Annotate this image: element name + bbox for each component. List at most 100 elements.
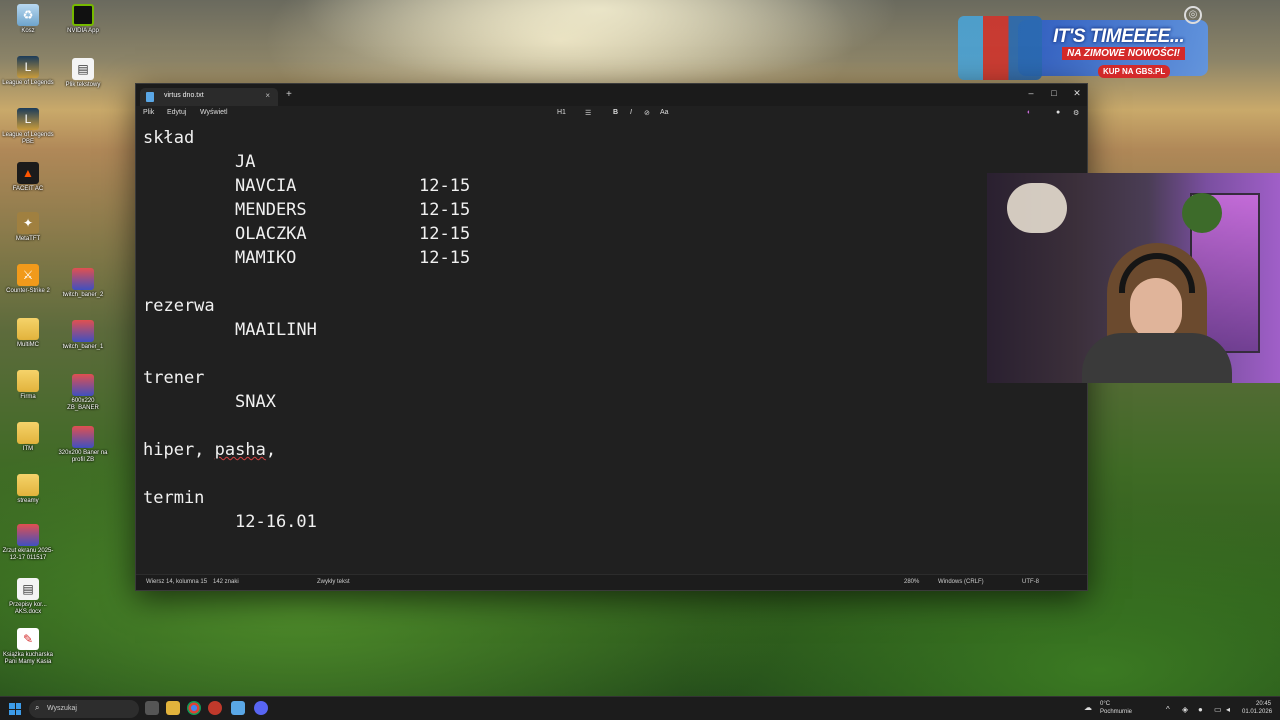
league-icon: L [17, 56, 39, 78]
desktop-icon-metatft[interactable]: ✦ MetaTFT [0, 212, 56, 243]
ad-cta: KUP NA GBS.PL [1098, 65, 1171, 78]
volume-icon[interactable]: ◂ [1226, 705, 1230, 714]
cs2-icon: ⚔ [17, 264, 39, 286]
chevron-up-icon[interactable]: ^ [1166, 705, 1170, 714]
folder-icon [17, 474, 39, 496]
list-icon[interactable]: ☰ [585, 109, 591, 117]
desktop-icon-zb-profile-baner[interactable]: 320x200 Baner na profil ZB [55, 426, 111, 464]
account-icon[interactable]: ● [1056, 109, 1060, 116]
desktop-icon-przepisy[interactable]: ▤ Przepisy kor... AKS.docx [0, 578, 56, 616]
image-icon [17, 524, 39, 546]
weather-temp[interactable]: 0°C [1100, 701, 1110, 708]
notepad-icon [146, 92, 154, 102]
taskbar-search[interactable]: ⌕ Wyszukaj [29, 700, 139, 718]
clock-time[interactable]: 20:45 [1256, 701, 1271, 708]
desktop-icon-twitch-baner-2[interactable]: twitch_baner_2 [55, 268, 111, 299]
roster-time: 12-15 [419, 176, 471, 196]
desktop-icon-text-file[interactable]: ▤ Plik tekstowy [55, 58, 111, 89]
taskbar: ⌕ Wyszukaj ☁ 0°C Pochmurnie ^ ◈ ● ▭ ◂ 20… [0, 696, 1280, 720]
overlay-icon: ◎ [1184, 6, 1202, 24]
league-icon: L [17, 108, 39, 130]
network-icon[interactable]: ◈ [1182, 705, 1188, 714]
encoding[interactable]: UTF-8 [1022, 579, 1039, 585]
weather-icon: ☁ [1084, 703, 1092, 712]
close-button[interactable]: ✕ [1070, 88, 1084, 99]
search-placeholder: Wyszukaj [47, 705, 77, 712]
heading-dropdown[interactable]: H1 [557, 109, 566, 116]
status-bar: Wiersz 14, kolumna 15 142 znaki Zwykły t… [136, 574, 1087, 590]
pdf-icon: ✎ [17, 628, 39, 650]
line-term-value: 12-16.01 [235, 512, 317, 532]
room-plant [1182, 193, 1222, 233]
image-icon [72, 374, 94, 396]
start-button[interactable] [9, 703, 21, 715]
ad-headline: IT'S TIMEEEE... [1053, 26, 1185, 47]
folder-icon [17, 318, 39, 340]
desktop-icon-ksiazka[interactable]: ✎ Książka kucharska Pani Mamy Kasia [0, 628, 56, 666]
display-icon[interactable]: ▭ [1214, 705, 1222, 714]
cursor-position: Wiersz 14, kolumna 15 [146, 579, 208, 585]
task-view-icon[interactable] [145, 701, 159, 715]
folder-icon [17, 370, 39, 392]
desktop-icon-twitch-baner-1[interactable]: twitch_baner_1 [55, 320, 111, 351]
line-ending[interactable]: Windows (CRLF) [938, 579, 984, 585]
app-icon[interactable] [208, 701, 222, 715]
text-mode[interactable]: Zwykły tekst [317, 579, 350, 585]
menu-file[interactable]: Plik [143, 109, 154, 116]
search-icon: ⌕ [35, 703, 40, 712]
document-icon: ▤ [72, 58, 94, 80]
italic-button[interactable]: I [630, 109, 632, 116]
desktop-icon-streamy[interactable]: streamy [0, 474, 56, 505]
menu-edit[interactable]: Edytuj [167, 109, 186, 116]
clock-date[interactable]: 01.01.2026 [1242, 709, 1272, 716]
desktop-icon-faceit[interactable]: ▲ FACEIT AC [0, 162, 56, 193]
desktop-icon-nvidia[interactable]: NVIDIA App [55, 4, 111, 35]
desktop-icon-multimc[interactable]: MultiMC [0, 318, 56, 349]
menu-bar: Plik Edytuj Wyświetl H1 ☰ B I ⊘ Aa ◐ ● ⚙ [136, 106, 1087, 122]
roster-name: MAMIKO [235, 248, 297, 268]
desktop-icon-screenshot[interactable]: Zrzut ekranu 2025-12-17 011517 [0, 524, 56, 562]
line-notes: hiper, pasha, [143, 438, 276, 462]
line-reserve-name: MAAILINH [235, 320, 317, 340]
file-explorer-icon[interactable] [166, 701, 180, 715]
desktop-icon-firma[interactable]: Firma [0, 370, 56, 401]
link-icon[interactable]: ⊘ [644, 109, 650, 117]
zoom-level[interactable]: 280% [904, 579, 919, 585]
line-ja: JA [235, 152, 256, 172]
menu-view[interactable]: Wyświetl [200, 109, 228, 116]
notepad-taskbar-icon[interactable] [231, 701, 245, 715]
settings-gear-icon[interactable]: ⚙ [1073, 109, 1079, 117]
desktop-icon-league[interactable]: L League of Legends [0, 56, 56, 87]
note-text: , [265, 440, 277, 460]
bold-button[interactable]: B [613, 109, 618, 116]
copilot-icon[interactable]: ◐ [1027, 109, 1031, 116]
tab-close-icon[interactable]: × [265, 91, 270, 100]
tab-virtus-dno[interactable]: virtus dno.txt × [140, 88, 278, 106]
ad-banner: IT'S TIMEEEE... NA ZIMOWE NOWOŚCI! KUP N… [958, 12, 1210, 82]
microphone-icon[interactable]: ● [1198, 705, 1203, 714]
weather-desc[interactable]: Pochmurnie [1100, 709, 1132, 716]
desktop-icon-zb-baner[interactable]: 600x220 ZB_BANER [55, 374, 111, 412]
clear-format-icon[interactable]: Aa [660, 109, 669, 116]
minimize-button[interactable]: – [1024, 88, 1038, 98]
ad-subline: NA ZIMOWE NOWOŚCI! [1062, 47, 1185, 60]
line-sklad: skład [143, 128, 195, 148]
product-cans-image [958, 16, 1042, 80]
desktop-icon-itm[interactable]: ITM [0, 422, 56, 453]
text-editor[interactable]: skład JA NAVCIA 12-15 MENDERS 12-15 OLAC… [136, 122, 1087, 574]
maximize-button[interactable]: □ [1047, 88, 1061, 98]
chrome-icon[interactable] [187, 701, 201, 715]
roster-time: 12-15 [419, 224, 471, 244]
image-icon [72, 268, 94, 290]
title-bar[interactable]: virtus dno.txt × + – □ ✕ [136, 84, 1087, 106]
webcam-overlay [987, 173, 1280, 383]
desktop-icon-league-pbe[interactable]: L League of Legends PBE [0, 108, 56, 146]
discord-icon[interactable] [254, 701, 268, 715]
desktop-icon-recycle-bin[interactable]: ♻ Kosz [0, 4, 56, 35]
desktop-icon-cs2[interactable]: ⚔ Counter-Strike 2 [0, 264, 56, 295]
roster-name: MENDERS [235, 200, 307, 220]
note-text: hiper, [143, 440, 215, 460]
nvidia-icon [72, 4, 94, 26]
tab-title: virtus dno.txt [164, 92, 204, 99]
new-tab-button[interactable]: + [286, 89, 292, 100]
